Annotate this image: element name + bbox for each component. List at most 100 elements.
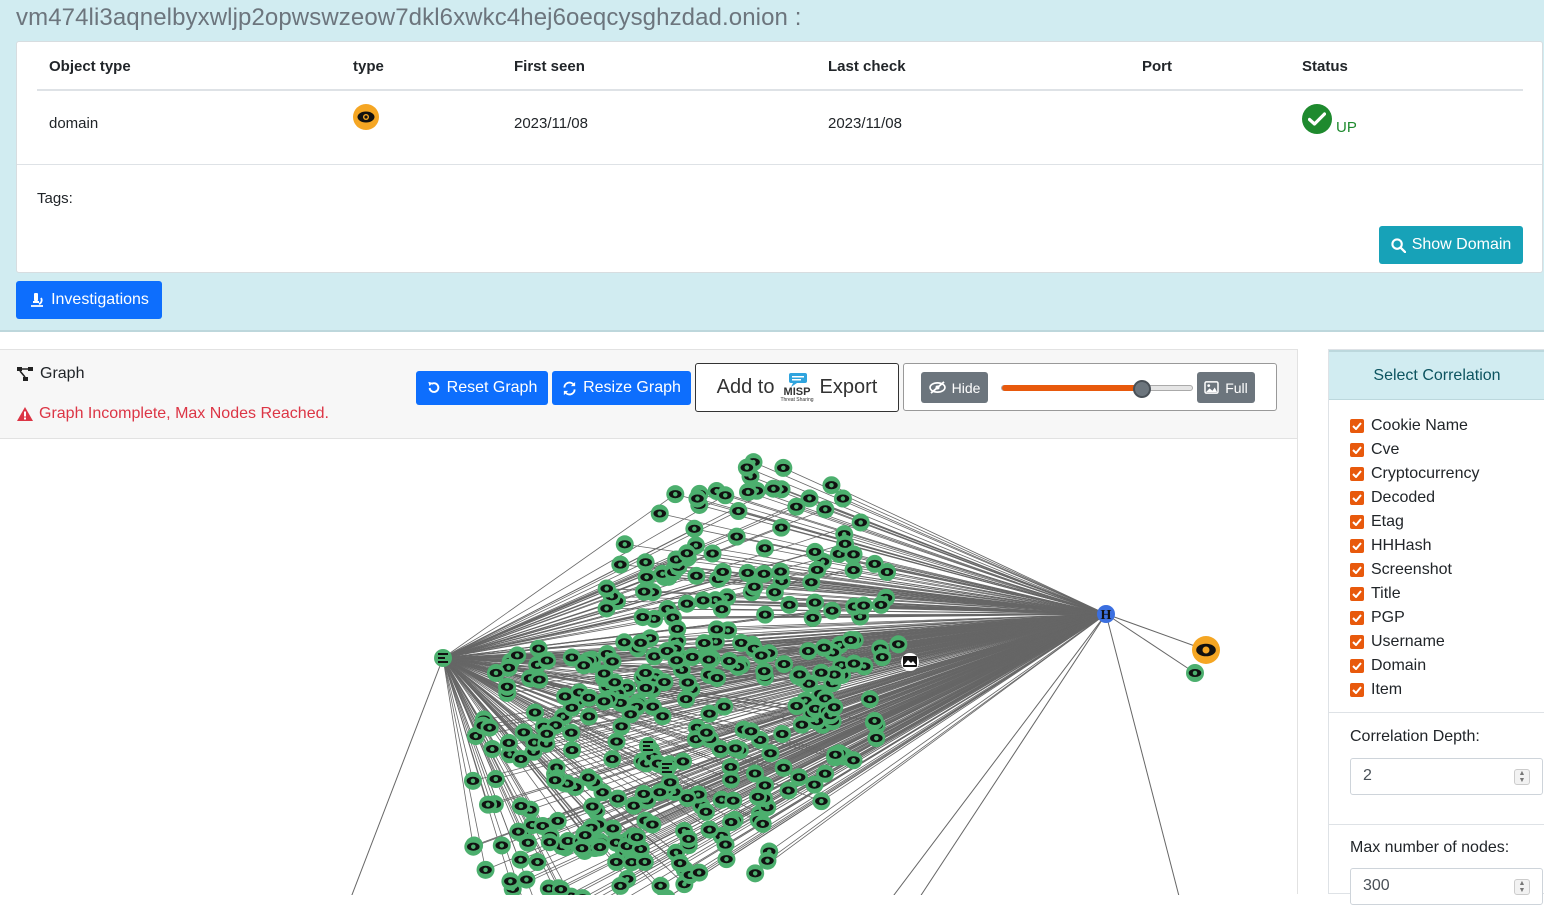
graph-node-eye-icon[interactable] <box>756 539 774 557</box>
graph-node-eye-icon[interactable] <box>603 652 621 670</box>
graph-node-eye-icon[interactable] <box>678 544 696 562</box>
graph-node-eye-icon[interactable] <box>704 545 722 563</box>
graph-node-item-icon[interactable] <box>434 649 452 667</box>
graph-node-eye-icon[interactable] <box>728 528 746 546</box>
graph-node-eye-icon[interactable] <box>509 823 527 841</box>
graph-node-eye-icon[interactable] <box>842 631 860 649</box>
graph-node-eye-icon[interactable] <box>487 770 505 788</box>
graph-node-eye-icon[interactable] <box>500 734 518 752</box>
graph-node-eye-icon[interactable] <box>708 620 726 638</box>
graph-node-eye-icon[interactable] <box>775 655 793 673</box>
graph-node-eye-icon[interactable] <box>508 646 526 664</box>
graph-node-eye-icon[interactable] <box>716 836 734 854</box>
graph-node-eye-icon[interactable] <box>671 854 689 872</box>
graph-node-eye-icon[interactable] <box>493 836 511 854</box>
graph-node-eye-icon[interactable] <box>563 741 581 759</box>
graph-node-eye-icon[interactable] <box>501 872 519 890</box>
checkbox[interactable] <box>1350 467 1364 481</box>
graph-node-eye-icon[interactable] <box>799 642 817 660</box>
graph-node-eye-icon[interactable] <box>603 750 621 768</box>
graph-node-eye-icon[interactable] <box>515 723 533 741</box>
graph-node-eye-icon[interactable] <box>615 633 633 651</box>
graph-node-eye-icon[interactable] <box>608 733 626 751</box>
graph-node-eye-icon[interactable] <box>611 877 629 895</box>
graph-node-eye-icon[interactable] <box>668 651 686 669</box>
checkbox[interactable] <box>1350 659 1364 673</box>
checkbox[interactable] <box>1350 587 1364 601</box>
graph-node-eye-icon[interactable] <box>773 725 791 743</box>
graph-node-eye-icon[interactable] <box>808 561 826 579</box>
graph-node-eye-icon[interactable] <box>1186 664 1204 682</box>
graph-node-eye-icon[interactable] <box>752 647 770 665</box>
graph-node-eye-icon[interactable] <box>498 678 516 696</box>
graph-node-eye-icon[interactable] <box>745 578 763 596</box>
graph-node-eye-icon[interactable] <box>634 608 652 626</box>
graph-node-eye-icon[interactable] <box>638 568 656 586</box>
graph-node-item-icon[interactable] <box>658 759 676 777</box>
graph-node-eye-icon[interactable] <box>766 583 784 601</box>
correlation-item[interactable]: PGP <box>1350 606 1479 630</box>
correlation-graph[interactable]: H <box>0 440 1297 895</box>
graph-node-eye-icon[interactable] <box>635 785 653 803</box>
graph-node-eye-icon[interactable] <box>713 600 731 618</box>
graph-node-eye-icon[interactable] <box>632 634 650 652</box>
graph-node-eye-icon[interactable] <box>563 649 581 667</box>
graph-node-eye-icon[interactable] <box>528 853 546 871</box>
graph-node-eye-icon[interactable] <box>855 597 873 615</box>
checkbox[interactable] <box>1350 443 1364 457</box>
graph-node-eye-icon[interactable] <box>546 771 564 789</box>
graph-node-eye-icon[interactable] <box>754 815 772 833</box>
graph-node-eye-icon[interactable] <box>822 476 840 494</box>
graph-node-eye-icon[interactable] <box>598 599 616 617</box>
graph-node-eye-icon[interactable] <box>616 535 634 553</box>
graph-node-eye-icon[interactable] <box>512 797 530 815</box>
graph-node-eye-icon[interactable] <box>742 722 760 740</box>
misp-export-button[interactable]: Add to MISP Threat Sharing Export <box>695 363 899 412</box>
graph-node-item-icon[interactable] <box>639 737 657 755</box>
graph-node-eye-icon[interactable] <box>805 776 823 794</box>
graph-node-eye-icon[interactable] <box>861 690 879 708</box>
graph-node-eye-icon[interactable] <box>579 769 597 787</box>
graph-node-eye-icon[interactable] <box>845 545 863 563</box>
graph-node-eye-icon[interactable] <box>815 639 833 657</box>
graph-node-eye-icon[interactable] <box>804 609 822 627</box>
graph-node-eye-icon[interactable] <box>685 520 703 538</box>
graph-node-eye-icon[interactable] <box>779 782 797 800</box>
graph-node-eye-icon[interactable] <box>697 803 715 821</box>
graph-node-eye-icon[interactable] <box>580 707 598 725</box>
graph-node-eye-icon[interactable] <box>687 567 705 585</box>
graph-node-eye-icon[interactable] <box>651 505 669 523</box>
graph-node-eye-icon[interactable] <box>764 480 782 498</box>
correlation-item[interactable]: Cve <box>1350 438 1479 462</box>
graph-node-eye-icon[interactable] <box>678 789 696 807</box>
graph-node-eye-icon[interactable] <box>738 459 756 477</box>
graph-canvas[interactable]: H <box>0 440 1297 895</box>
graph-node-eye-icon[interactable] <box>866 712 884 730</box>
graph-node-eye-icon[interactable] <box>695 634 713 652</box>
graph-node-eye-icon[interactable] <box>866 555 884 573</box>
checkbox[interactable] <box>1350 611 1364 625</box>
checkbox[interactable] <box>1350 539 1364 553</box>
graph-node-eye-icon[interactable] <box>823 602 841 620</box>
graph-node-eye-icon[interactable] <box>724 792 742 810</box>
graph-node-eye-icon[interactable] <box>793 716 811 734</box>
checkbox[interactable] <box>1350 491 1364 505</box>
graph-node-eye-icon[interactable] <box>775 759 793 777</box>
graph-node-eye-icon[interactable] <box>812 792 830 810</box>
show-domain-button[interactable]: Show Domain <box>1379 226 1523 264</box>
graph-node-eye-icon[interactable] <box>583 797 601 815</box>
graph-node-eye-icon[interactable] <box>481 719 499 737</box>
graph-node-eye-icon[interactable] <box>643 816 661 834</box>
correlation-item[interactable]: Domain <box>1350 654 1479 678</box>
correlation-item[interactable]: Screenshot <box>1350 558 1479 582</box>
graph-node-eye-icon[interactable] <box>604 819 622 837</box>
graph-node-screenshot-icon[interactable] <box>901 653 919 671</box>
graph-density-slider[interactable] <box>1001 385 1193 391</box>
graph-node-eye-icon[interactable] <box>654 707 672 725</box>
full-button[interactable]: Full <box>1197 372 1255 403</box>
checkbox[interactable] <box>1350 683 1364 697</box>
correlation-item[interactable]: Username <box>1350 630 1479 654</box>
graph-node-eye-icon[interactable] <box>595 692 613 710</box>
graph-node-eye-icon[interactable] <box>651 783 669 801</box>
graph-node-eye-icon[interactable] <box>512 750 530 768</box>
